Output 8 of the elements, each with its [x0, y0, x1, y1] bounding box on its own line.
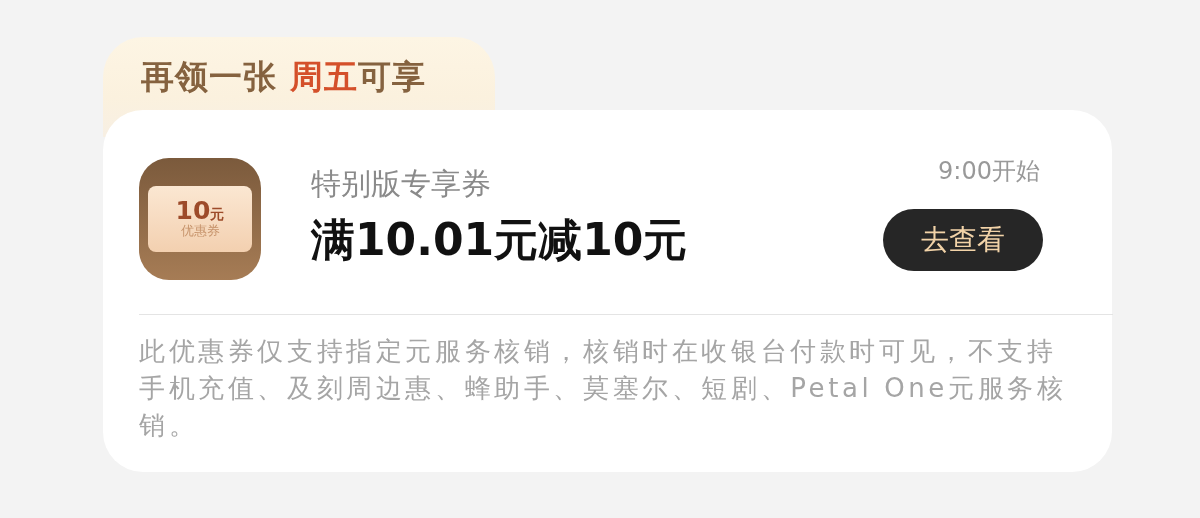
coupon-label: 优惠券 — [180, 223, 220, 240]
banner-heading: 再领一张 周五可享 — [141, 56, 426, 98]
coupon-title: 满10.01元减10元 — [311, 213, 689, 267]
view-button[interactable]: 去查看 — [883, 209, 1043, 271]
coupon-note: 此优惠券仅支持指定元服务核销，核销时在收银台付款时可见，不支持手机充值、及刻周边惠、蜂助手、莫塞尔、短剧、Petal One元服务核销。 — [139, 335, 1068, 442]
coupon-subtitle: 特别版专享券 — [311, 165, 492, 203]
coupon-amount: 10元 — [175, 198, 225, 224]
start-time: 9:00开始 — [938, 156, 1040, 187]
